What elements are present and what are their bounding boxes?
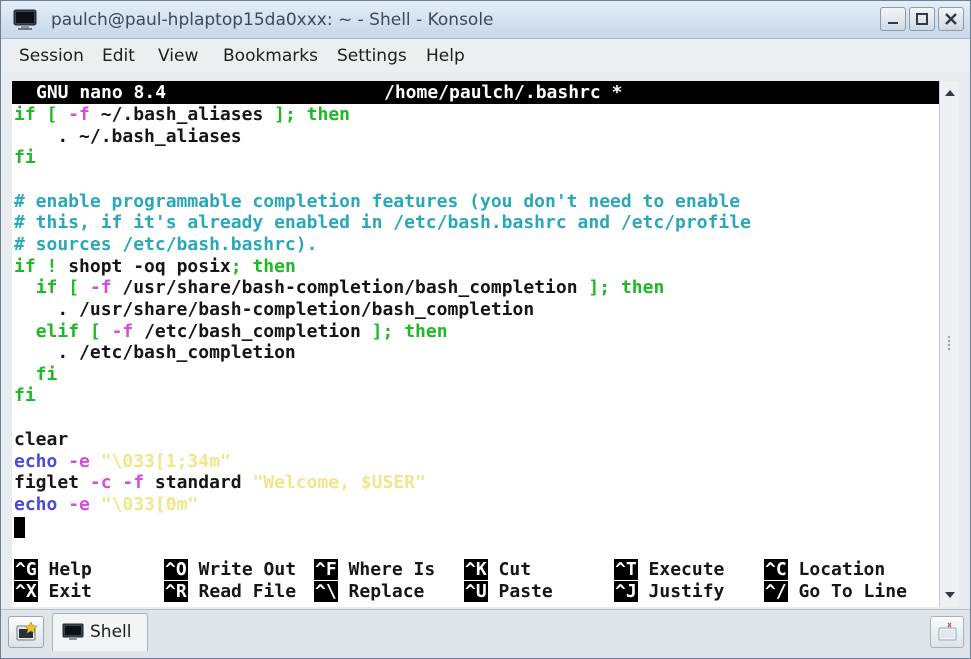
menu-help[interactable]: Help	[426, 46, 465, 66]
menu-bookmarks[interactable]: Bookmarks	[223, 46, 318, 66]
code-line: echo -e "\033[1;34m"	[14, 451, 231, 472]
shortcut-read-file: ^R Read File	[164, 581, 297, 602]
konsole-window: paulch@paul-hplaptop15da0xxx: ~ - Shell …	[0, 0, 971, 659]
nano-filename: /home/paulch/.bashrc *	[384, 82, 623, 103]
shortcut-justify: ^J Justify	[614, 581, 725, 602]
shortcut-replace: ^\ Replace	[314, 581, 425, 602]
terminal-icon	[62, 623, 84, 640]
new-tab-icon	[16, 621, 38, 641]
konsole-icon[interactable]	[13, 9, 37, 31]
menu-session[interactable]: Session	[19, 46, 84, 66]
maximize-button[interactable]	[909, 7, 935, 31]
code-line: if [ -f /usr/share/bash-completion/bash_…	[35, 277, 665, 298]
close-button[interactable]	[938, 7, 964, 31]
nano-title-bar: GNU nano 8.4 /home/paulch/.bashrc *	[12, 81, 939, 104]
shortcut-where-is: ^F Where Is	[314, 559, 436, 580]
shortcut-execute: ^T Execute	[614, 559, 725, 580]
code-line: . /usr/share/bash-completion/bash_comple…	[14, 299, 535, 320]
tab-bar: Shell	[1, 609, 970, 658]
scrollbar-grip-icon[interactable]	[947, 335, 951, 353]
shortcut-paste: ^U Paste	[464, 581, 553, 602]
code-comment: # enable programmable completion feature…	[14, 191, 741, 212]
shortcut-write-out: ^O Write Out	[164, 559, 297, 580]
tab-shell[interactable]: Shell	[52, 613, 148, 651]
code-line: clear	[14, 429, 69, 450]
close-tab-button[interactable]	[930, 616, 964, 648]
code-line: fi	[14, 385, 36, 406]
code-line: . ~/.bash_aliases	[14, 126, 242, 147]
window-title: paulch@paul-hplaptop15da0xxx: ~ - Shell …	[51, 10, 494, 30]
shortcut-help: ^G Help	[14, 559, 92, 580]
terminal-view[interactable]: GNU nano 8.4 /home/paulch/.bashrc * if […	[12, 81, 939, 607]
shortcut-cut: ^K Cut	[464, 559, 532, 580]
code-comment: # this, if it's already enabled in /etc/…	[14, 212, 751, 233]
menu-view[interactable]: View	[158, 46, 198, 66]
shortcut-exit: ^X Exit	[14, 581, 92, 602]
code-line: figlet -c -f standard "Welcome, $USER"	[14, 472, 426, 493]
code-line: elif [ -f /etc/bash_completion ]; then	[35, 321, 448, 342]
new-tab-button[interactable]	[8, 616, 44, 648]
shortcut-location: ^C Location	[764, 559, 886, 580]
menu-settings[interactable]: Settings	[337, 46, 407, 66]
code-line: echo -e "\033[0m"	[14, 494, 199, 515]
code-line: fi	[14, 147, 36, 168]
code-line: if [ -f ~/.bash_aliases ]; then	[14, 104, 351, 125]
menu-bar: Session Edit View Bookmarks Settings Hel…	[1, 39, 970, 72]
code-line: if ! shopt -oq posix; then	[14, 256, 296, 277]
shortcut-go-to-line: ^/ Go To Line	[764, 581, 907, 602]
vertical-scrollbar[interactable]	[939, 81, 959, 607]
code-line: fi	[14, 364, 58, 385]
minimize-button[interactable]	[880, 7, 906, 31]
text-cursor	[14, 517, 25, 538]
scroll-up-arrow-icon[interactable]	[941, 84, 959, 102]
close-tab-icon	[938, 622, 957, 641]
nano-version: GNU nano 8.4	[36, 82, 167, 103]
code-comment: # sources /etc/bash.bashrc).	[14, 234, 318, 255]
title-bar[interactable]: paulch@paul-hplaptop15da0xxx: ~ - Shell …	[1, 1, 970, 39]
menu-edit[interactable]: Edit	[102, 46, 135, 66]
scroll-down-arrow-icon[interactable]	[941, 586, 959, 604]
code-line: . /etc/bash_completion	[14, 342, 296, 363]
tab-label: Shell	[90, 622, 132, 642]
